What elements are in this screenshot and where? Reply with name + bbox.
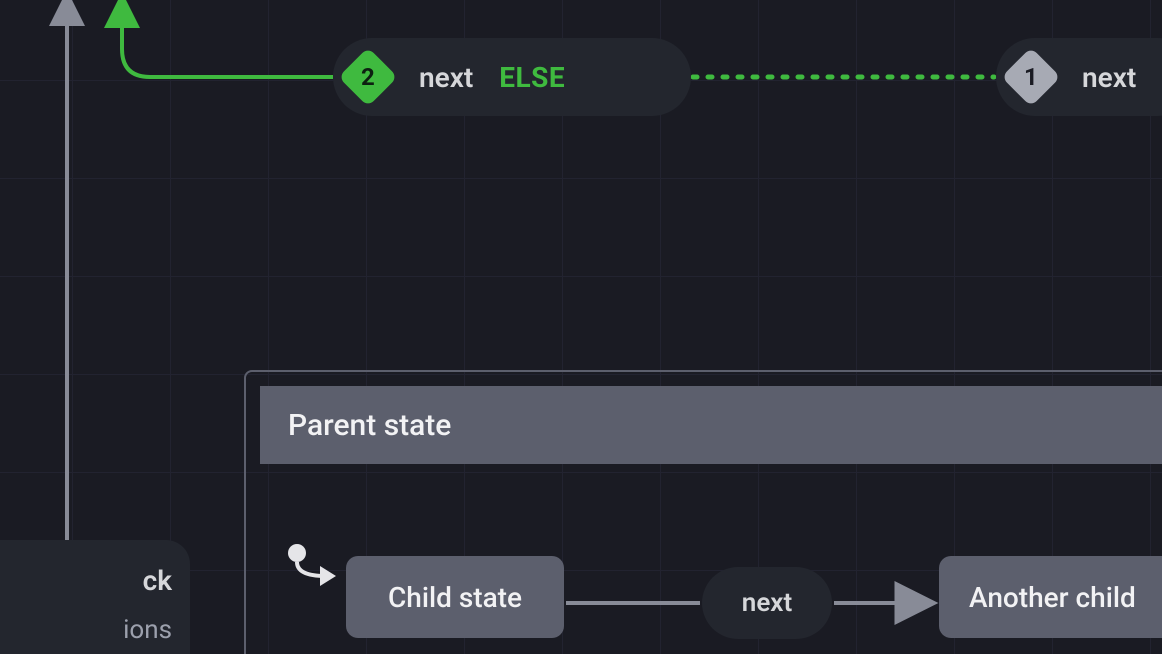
transition-event-pill[interactable]: next: [702, 567, 832, 639]
another-child-state-box[interactable]: Another child: [939, 556, 1162, 638]
partial-node-left[interactable]: ck ions: [0, 540, 190, 654]
parent-state-title: Parent state: [288, 408, 451, 443]
child-state-label: Child state: [388, 581, 522, 614]
parent-state-header[interactable]: Parent state: [260, 386, 1162, 464]
transition-guard-label: ELSE: [499, 61, 565, 94]
transition-node-condition[interactable]: 2 next ELSE: [333, 38, 691, 116]
guard-order-badge: 1: [1001, 47, 1060, 106]
transition-node-right[interactable]: 1 next: [996, 38, 1162, 116]
guard-order-badge: 2: [338, 47, 397, 106]
guard-order-number: 1: [1024, 63, 1038, 91]
transition-event-label: next: [1082, 61, 1136, 94]
state-diagram-canvas[interactable]: 2 next ELSE 1 next Parent state Child st…: [0, 0, 1162, 654]
guard-order-number: 2: [361, 63, 375, 91]
transition-event-label: next: [419, 61, 473, 94]
partial-node-subtitle-fragment: ions: [0, 615, 172, 645]
partial-node-title-fragment: ck: [0, 564, 172, 597]
initial-state-marker: [286, 542, 346, 592]
another-child-label: Another child: [969, 581, 1136, 614]
child-state-box[interactable]: Child state: [346, 556, 564, 638]
event-label: next: [742, 588, 792, 618]
